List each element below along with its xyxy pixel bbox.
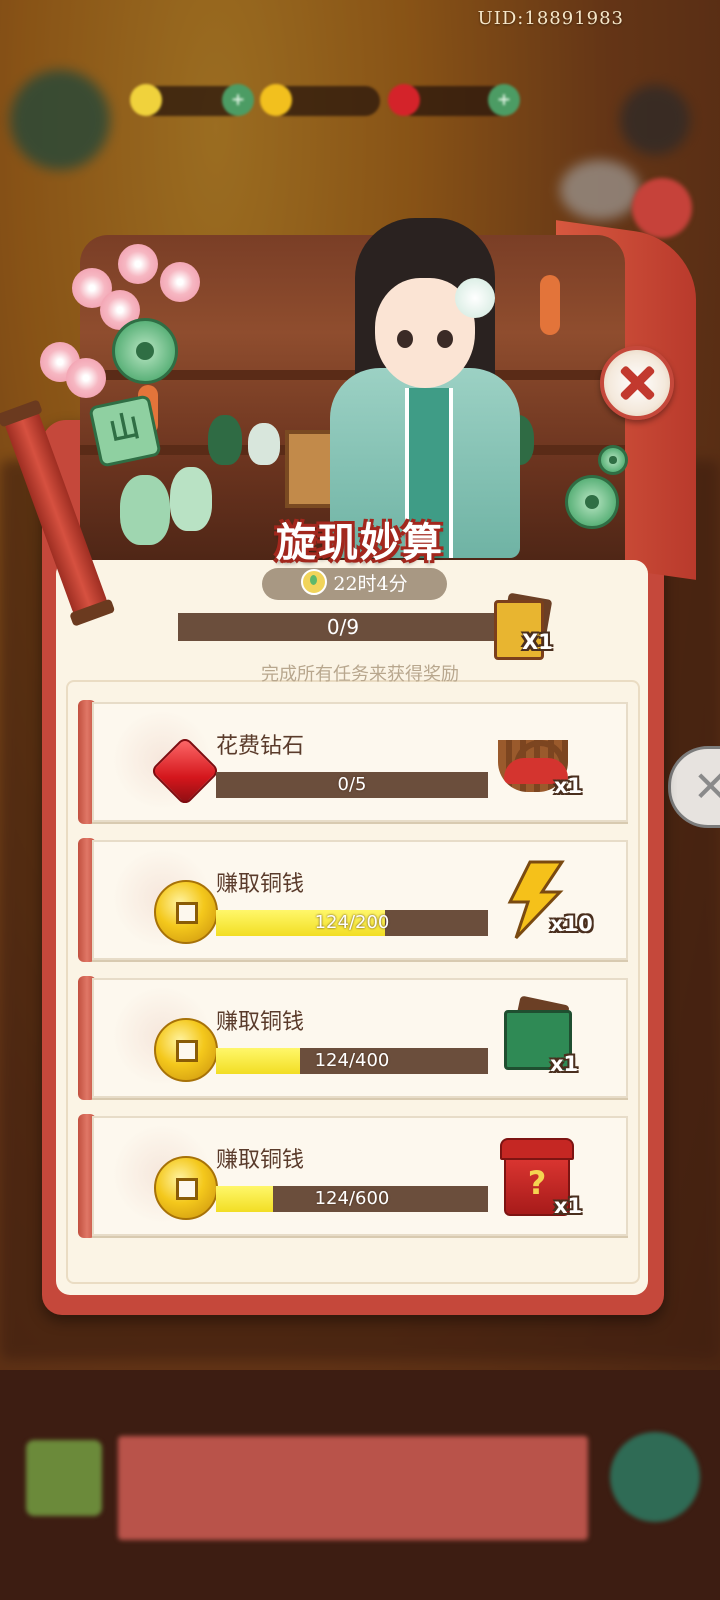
close-button[interactable] (600, 346, 674, 420)
event-title: 旋玑妙算 (276, 519, 444, 566)
copper-coin-icon (154, 880, 218, 944)
double-bonus-button[interactable] (632, 178, 692, 238)
energy-counter[interactable]: + (130, 84, 254, 116)
task-row[interactable]: 赚取铜钱 124/600 ? x1 (78, 1114, 638, 1238)
character-button[interactable] (610, 1432, 700, 1522)
copper-coin-icon (154, 1018, 218, 1082)
task-icon-zone (112, 1124, 218, 1224)
task-reward[interactable]: x10 (498, 852, 598, 948)
chest-lid (500, 1138, 574, 1160)
hint-box (118, 1436, 588, 1540)
vase (208, 415, 242, 465)
task-name: 赚取铜钱 (216, 1010, 305, 1035)
timer-text: 22时4分 (333, 573, 408, 595)
hair-flower-icon (455, 278, 495, 318)
task-progress-bar: 0/5 (216, 772, 488, 798)
energy-icon (130, 84, 162, 116)
overall-reward-qty: X1 (522, 630, 553, 654)
blossom-icon (118, 244, 158, 284)
task-row[interactable]: 花费钻石 0/5 x1 (78, 700, 638, 824)
coin-icon (260, 84, 292, 116)
jade-tile-icon: 山 (88, 394, 162, 468)
task-progress-bar: 124/400 (216, 1048, 488, 1074)
task-progress-text: 124/600 (314, 1188, 390, 1209)
task-reward-qty: x1 (554, 774, 583, 798)
close-icon: ✕ (693, 762, 720, 811)
task-reward[interactable]: x1 (498, 990, 598, 1086)
task-progress-text: 0/5 (337, 774, 367, 795)
lantern-icon (540, 275, 560, 335)
vase (120, 475, 170, 545)
task-name: 花费钻石 (216, 734, 305, 759)
character-portrait (330, 218, 520, 558)
jade-bead-icon (598, 445, 628, 475)
task-progress-bar: 124/600 (216, 1186, 488, 1212)
task-icon-zone (112, 710, 221, 810)
task-reward-qty: x1 (554, 1194, 583, 1218)
gem-counter[interactable]: + (388, 84, 520, 116)
add-energy-icon: + (222, 84, 254, 116)
task-progress-text: 124/200 (314, 912, 390, 933)
gem-icon (388, 84, 420, 116)
blossom-icon (160, 262, 200, 302)
coin-counter[interactable] (260, 84, 380, 116)
event-subtitle: 完成所有任务来获得奖励 (261, 664, 459, 685)
task-reward-qty: x10 (550, 912, 593, 936)
character-eye (397, 330, 413, 348)
task-name: 赚取铜钱 (216, 1148, 305, 1173)
copper-coin-icon (154, 1156, 218, 1220)
task-reward-qty: x1 (550, 1052, 579, 1076)
overall-reward[interactable]: X1 (492, 592, 553, 660)
jade-ornament-icon (565, 475, 619, 529)
blossom-icon (66, 358, 106, 398)
clock-icon (301, 569, 328, 595)
vase (248, 423, 280, 465)
overall-progress-bar: 0/9 (178, 613, 508, 641)
task-row[interactable]: 赚取铜钱 124/200 x10 (78, 838, 638, 962)
character-eye (437, 330, 453, 348)
task-name: 赚取铜钱 (216, 872, 305, 897)
user-id: UID:18891983 (477, 8, 624, 29)
task-reward[interactable]: ? x1 (498, 1128, 598, 1224)
storage-button[interactable] (26, 1440, 102, 1516)
task-icon-zone (112, 848, 218, 948)
task-icon-zone (112, 986, 218, 1086)
jade-disc-icon (112, 318, 178, 384)
event-timer: 22时4分 (262, 568, 447, 600)
task-row[interactable]: 赚取铜钱 124/400 x1 (78, 976, 638, 1100)
task-progress-text: 124/400 (314, 1050, 390, 1071)
task-progress-bar: 124/200 (216, 910, 488, 936)
task-reward[interactable]: x1 (498, 714, 598, 810)
overall-progress-text: 0/9 (326, 615, 360, 639)
add-gem-icon: + (488, 84, 520, 116)
task-list[interactable]: 花费钻石 0/5 x1 赚取铜钱 124/200 x10 赚取铜钱 124/40… (78, 700, 638, 1240)
